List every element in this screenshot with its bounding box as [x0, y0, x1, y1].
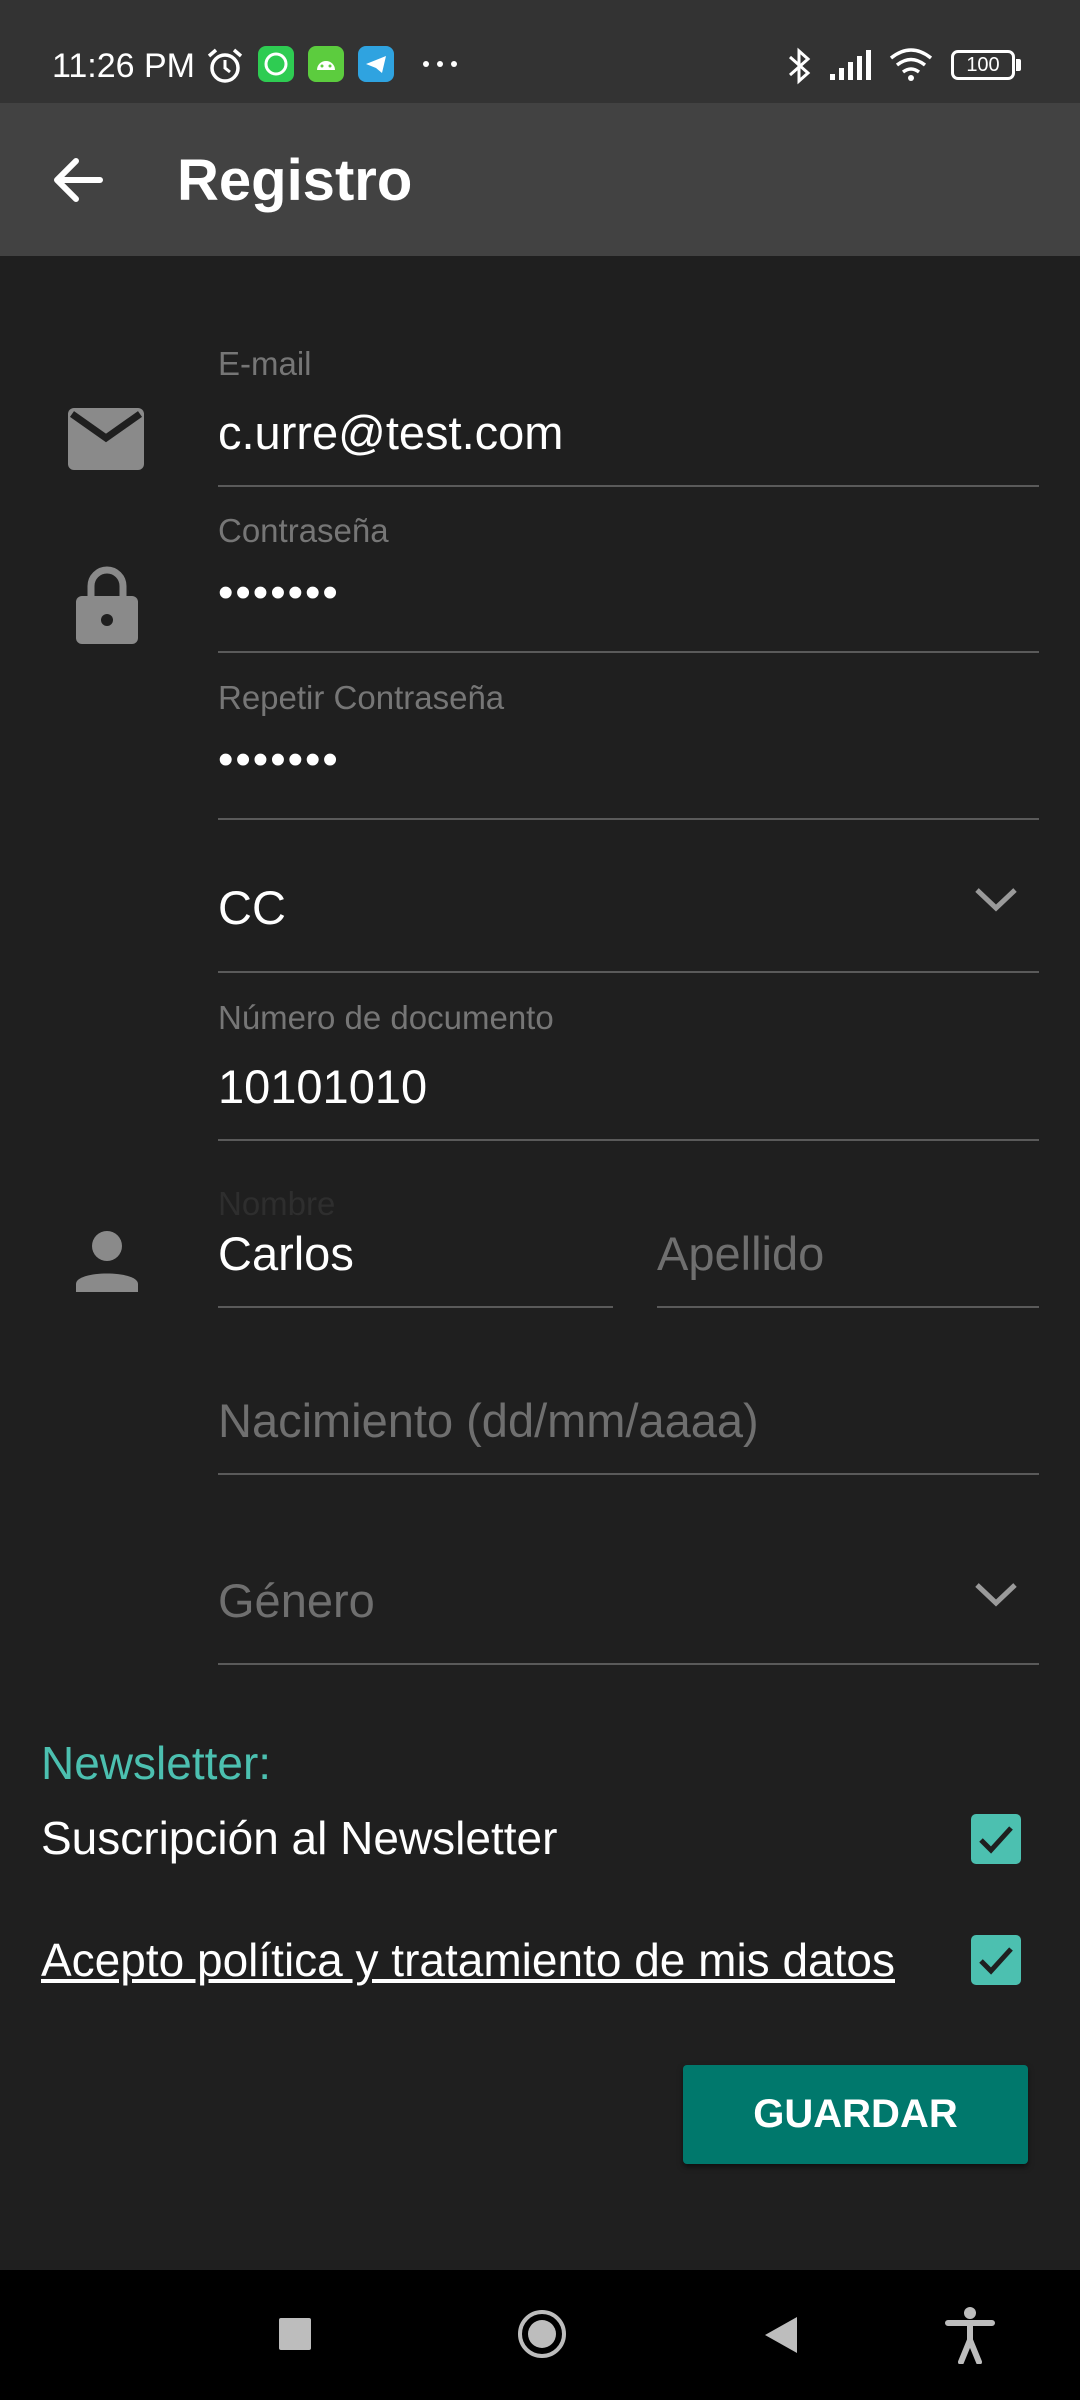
newsletter-subscription-label: Suscripción al Newsletter [41, 1812, 558, 1864]
gender-placeholder: Género [218, 1574, 375, 1627]
status-time: 11:26 PM [52, 47, 196, 85]
chevron-down-icon [975, 888, 1017, 912]
more-dots-icon [423, 61, 457, 67]
document-number-label: Número de documento [218, 999, 554, 1036]
accessibility-icon[interactable] [945, 2306, 995, 2364]
password-field[interactable]: Contraseña ••••••• [218, 502, 1039, 653]
repeat-password-field[interactable]: Repetir Contraseña ••••••• [218, 669, 1039, 820]
repeat-password-input[interactable]: ••••••• [218, 735, 340, 785]
gender-select[interactable]: Género [218, 1510, 1039, 1665]
home-circle-icon[interactable] [516, 2308, 568, 2360]
email-label: E-mail [218, 345, 312, 382]
policy-link[interactable]: Acepto política y tratamiento de mis dat… [41, 1933, 895, 1987]
save-button[interactable]: GUARDAR [683, 2065, 1028, 2164]
bluetooth-icon [789, 47, 811, 85]
first-name-field[interactable]: Nombre Carlos [218, 1155, 613, 1308]
battery-level: 100 [966, 54, 1000, 76]
arrow-back-icon[interactable] [40, 143, 114, 217]
password-input[interactable]: ••••••• [218, 568, 340, 618]
first-name-input[interactable]: Carlos [218, 1226, 354, 1281]
policy-checkbox[interactable] [971, 1935, 1021, 1985]
android-icon [308, 46, 344, 82]
email-field[interactable]: E-mail c.urre@test.com [218, 335, 1039, 487]
battery-tip [1016, 59, 1021, 71]
birth-date-input[interactable]: Nacimiento (dd/mm/aaaa) [218, 1393, 759, 1448]
newsletter-section-label: Newsletter: [41, 1737, 272, 1789]
document-number-input[interactable]: 10101010 [218, 1059, 427, 1114]
signal-icon [830, 50, 871, 80]
whatsapp-icon [258, 46, 294, 82]
page-title: Registro [177, 148, 413, 213]
check-icon [979, 1826, 1013, 1854]
last-name-input[interactable]: Apellido [657, 1226, 824, 1281]
newsletter-checkbox[interactable] [971, 1814, 1021, 1864]
chevron-down-icon [975, 1583, 1017, 1607]
app-bar: Registro [0, 103, 1080, 256]
mail-icon [68, 408, 144, 470]
back-triangle-icon[interactable] [763, 2315, 799, 2355]
document-type-value: CC [218, 881, 286, 934]
document-type-select[interactable]: CC [218, 820, 1039, 973]
birth-date-field[interactable]: Nacimiento (dd/mm/aaaa) [218, 1322, 1039, 1475]
check-icon [979, 1947, 1013, 1975]
alarm-icon [207, 48, 243, 83]
document-number-field[interactable]: Número de documento 10101010 [218, 989, 1039, 1141]
email-input[interactable]: c.urre@test.com [218, 405, 563, 460]
telegram-icon [358, 46, 394, 82]
battery-icon: 100 [951, 50, 1015, 80]
recents-square-icon[interactable] [278, 2317, 312, 2351]
last-name-field[interactable]: Apellido [657, 1155, 1039, 1308]
person-icon [76, 1231, 138, 1292]
system-nav-bar [0, 2270, 1080, 2400]
password-label: Contraseña [218, 512, 389, 549]
repeat-password-label: Repetir Contraseña [218, 679, 505, 716]
first-name-label: Nombre [218, 1185, 336, 1222]
wifi-icon [889, 48, 933, 81]
lock-icon [76, 566, 138, 644]
status-bar: 11:26 PM 100 [0, 0, 1080, 103]
